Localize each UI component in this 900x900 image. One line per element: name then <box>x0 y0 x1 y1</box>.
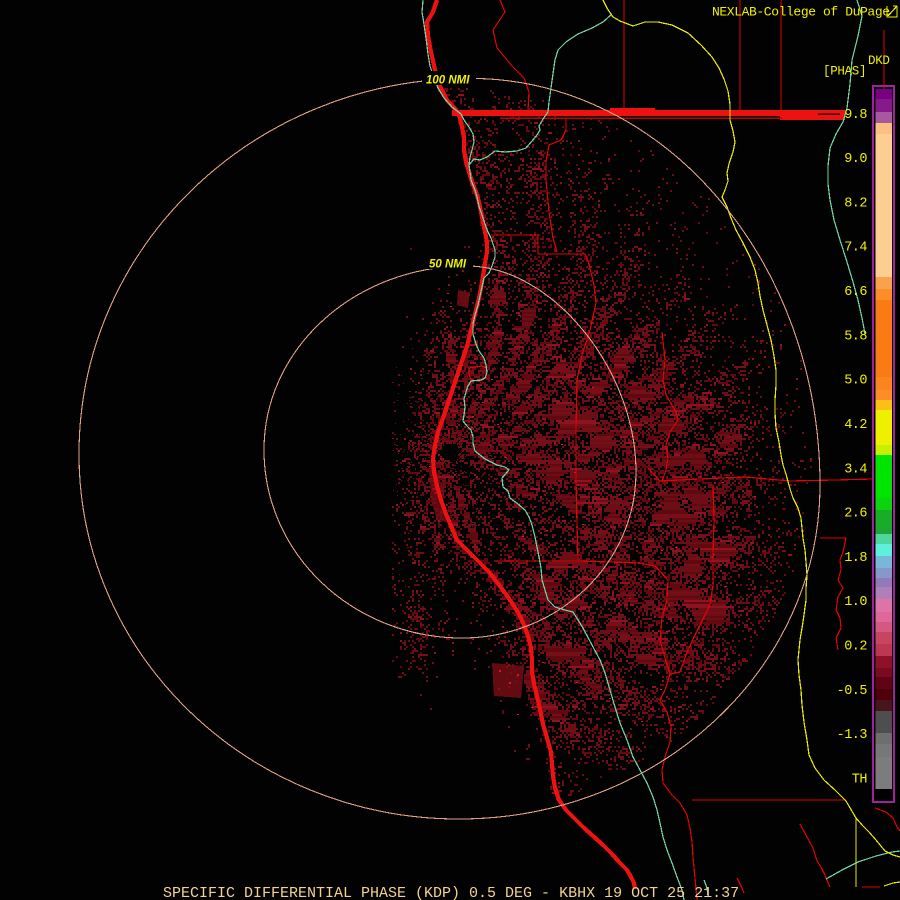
svg-text:50 NMI: 50 NMI <box>429 259 467 271</box>
svg-text:NEXLAB-College of DuPage: NEXLAB-College of DuPage <box>712 5 890 20</box>
svg-text:4.2: 4.2 <box>844 418 867 433</box>
svg-text:5.0: 5.0 <box>844 374 867 389</box>
svg-text:1.0: 1.0 <box>844 595 867 610</box>
svg-text:[PHAS]: [PHAS] <box>823 65 866 79</box>
svg-text:3.4: 3.4 <box>844 462 867 477</box>
svg-text:100 NMI: 100 NMI <box>426 75 470 87</box>
svg-text:-0.5: -0.5 <box>837 684 868 699</box>
svg-text:7.4: 7.4 <box>844 241 867 256</box>
svg-text:TH: TH <box>852 773 868 788</box>
svg-text:-1.3: -1.3 <box>837 728 868 743</box>
svg-text:9.8: 9.8 <box>844 108 867 123</box>
svg-text:0.2: 0.2 <box>844 640 867 655</box>
svg-text:SPECIFIC DIFFERENTIAL PHASE (K: SPECIFIC DIFFERENTIAL PHASE (KDP) 0.5 DE… <box>163 885 739 900</box>
svg-text:1.8: 1.8 <box>844 551 867 566</box>
svg-text:2.6: 2.6 <box>844 507 867 522</box>
svg-text:6.6: 6.6 <box>844 285 867 300</box>
svg-text:8.2: 8.2 <box>844 196 867 211</box>
svg-text:DKD: DKD <box>868 54 890 68</box>
svg-text:5.8: 5.8 <box>844 329 867 344</box>
svg-text:9.0: 9.0 <box>844 152 867 167</box>
